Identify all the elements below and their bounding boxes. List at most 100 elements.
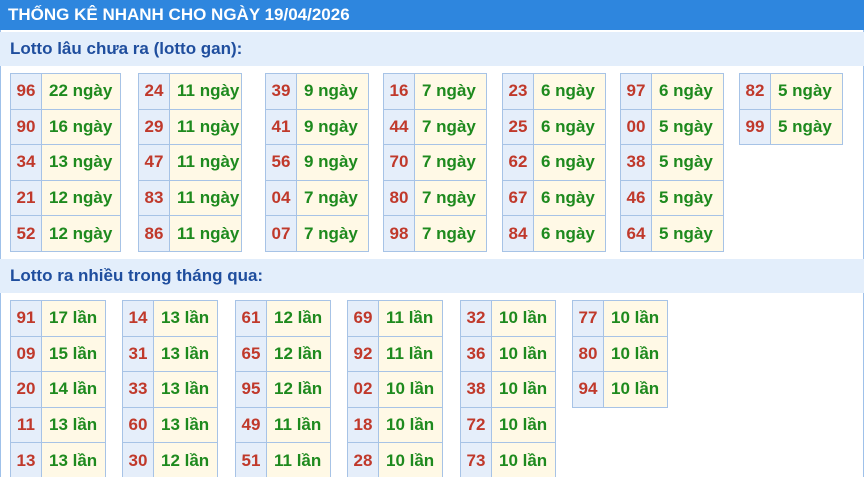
lotto-number: 44 [383, 108, 415, 146]
table-row: 24 11 ngày [138, 73, 242, 110]
table-row: 97 6 ngày [620, 73, 724, 110]
table-row: 84 6 ngày [502, 215, 606, 252]
table-row: 69 11 lần [347, 300, 443, 337]
lotto-number: 38 [460, 371, 492, 408]
lotto-number: 70 [383, 144, 415, 181]
lotto-count: 6 ngày [533, 73, 606, 110]
table-row: 36 10 lần [460, 335, 556, 373]
table-row: 20 14 lần [10, 371, 106, 408]
table-row: 18 10 lần [347, 406, 443, 444]
lotto-number: 21 [10, 179, 42, 217]
lotto-count: 7 ngày [414, 144, 487, 181]
lotto-number: 13 [10, 442, 42, 477]
lotto-number: 32 [460, 300, 492, 337]
lotto-count: 10 lần [378, 371, 443, 408]
table-row: 91 17 lần [10, 300, 106, 337]
table-row: 21 12 ngày [10, 179, 121, 217]
lotto-count: 7 ngày [414, 108, 487, 146]
table-row: 04 7 ngày [265, 179, 369, 217]
table-row: 95 12 lần [235, 371, 331, 408]
table-row: 49 11 lần [235, 406, 331, 444]
lotto-count: 9 ngày [296, 73, 369, 110]
lotto-number: 28 [347, 442, 379, 477]
lotto-number: 51 [235, 442, 267, 477]
table-row: 56 9 ngày [265, 144, 369, 181]
lotto-number: 83 [138, 179, 170, 217]
table-row: 34 13 ngày [10, 144, 121, 181]
table-row: 25 6 ngày [502, 108, 606, 146]
table-row: 11 13 lần [10, 406, 106, 444]
table-row: 94 10 lần [572, 371, 668, 408]
lotto-count: 11 ngày [169, 144, 242, 181]
lotto-count: 12 lần [153, 442, 218, 477]
gan-group-2: 24 11 ngày 29 11 ngày 47 11 ngày 83 11 ngày 86 11… [138, 73, 242, 252]
table-row: 38 5 ngày [620, 144, 724, 181]
lotto-number: 91 [10, 300, 42, 337]
lotto-count: 7 ngày [296, 179, 369, 217]
lotto-number: 23 [502, 73, 534, 110]
table-row: 82 5 ngày [739, 73, 843, 110]
lotto-number: 00 [620, 108, 652, 146]
table-row: 80 10 lần [572, 335, 668, 373]
table-row: 90 16 ngày [10, 108, 121, 146]
lotto-number: 84 [502, 215, 534, 252]
lotto-count: 7 ngày [414, 215, 487, 252]
nhieu-group-5: 32 10 lần 36 10 lần 38 10 lần 72 10 lần 73 10 lần [460, 300, 556, 477]
lotto-number: 80 [383, 179, 415, 217]
lotto-count: 10 lần [378, 442, 443, 477]
lotto-number: 24 [138, 73, 170, 110]
table-row: 77 10 lần [572, 300, 668, 337]
lotto-count: 5 ngày [770, 73, 843, 110]
lotto-number: 95 [235, 371, 267, 408]
lotto-count: 10 lần [603, 371, 668, 408]
table-row: 30 12 lần [122, 442, 218, 477]
lotto-number: 14 [122, 300, 154, 337]
table-row: 44 7 ngày [383, 108, 487, 146]
table-row: 67 6 ngày [502, 179, 606, 217]
table-row: 96 22 ngày [10, 73, 121, 110]
nhieu-group-2: 14 13 lần 31 13 lần 33 13 lần 60 13 lần 30 12 lần [122, 300, 218, 477]
lotto-number: 30 [122, 442, 154, 477]
lotto-number: 49 [235, 406, 267, 444]
lotto-number: 61 [235, 300, 267, 337]
lotto-count: 5 ngày [651, 108, 724, 146]
lotto-count: 6 ngày [651, 73, 724, 110]
lotto-count: 5 ngày [651, 215, 724, 252]
table-row: 13 13 lần [10, 442, 106, 477]
lotto-count: 15 lần [41, 335, 106, 373]
lotto-number: 96 [10, 73, 42, 110]
lotto-number: 18 [347, 406, 379, 444]
lotto-count: 12 ngày [41, 179, 121, 217]
table-row: 46 5 ngày [620, 179, 724, 217]
lotto-count: 11 ngày [169, 108, 242, 146]
lotto-number: 56 [265, 144, 297, 181]
lotto-count: 17 lần [41, 300, 106, 337]
table-row: 73 10 lần [460, 442, 556, 477]
lotto-number: 02 [347, 371, 379, 408]
table-row: 32 10 lần [460, 300, 556, 337]
table-row: 70 7 ngày [383, 144, 487, 181]
lotto-number: 11 [10, 406, 42, 444]
gan-group-7: 82 5 ngày 99 5 ngày [739, 73, 843, 146]
lotto-count: 10 lần [491, 300, 556, 337]
nhieu-group-3: 61 12 lần 65 12 lần 95 12 lần 49 11 lần 51 11 lần [235, 300, 331, 477]
lotto-count: 6 ngày [533, 108, 606, 146]
table-row: 14 13 lần [122, 300, 218, 337]
lotto-count: 11 lần [266, 406, 331, 444]
lotto-number: 16 [383, 73, 415, 110]
lotto-count: 22 ngày [41, 73, 121, 110]
lotto-nhieu-title: Lotto ra nhiều trong tháng qua: [0, 259, 864, 293]
table-row: 92 11 lần [347, 335, 443, 373]
lotto-number: 25 [502, 108, 534, 146]
lotto-count: 13 ngày [41, 144, 121, 181]
gan-group-6: 97 6 ngày 00 5 ngày 38 5 ngày 46 5 ngày 64 5 ngày [620, 73, 724, 252]
lotto-count: 11 lần [378, 335, 443, 373]
gan-group-5: 23 6 ngày 25 6 ngày 62 6 ngày 67 6 ngày 84 6 ngày [502, 73, 606, 252]
lotto-count: 11 ngày [169, 215, 242, 252]
lotto-count: 11 ngày [169, 73, 242, 110]
lotto-count: 9 ngày [296, 144, 369, 181]
table-row: 62 6 ngày [502, 144, 606, 181]
lotto-count: 13 lần [153, 335, 218, 373]
page-header: THỐNG KÊ NHANH CHO NGÀY 19/04/2026 [0, 0, 864, 30]
lotto-number: 73 [460, 442, 492, 477]
